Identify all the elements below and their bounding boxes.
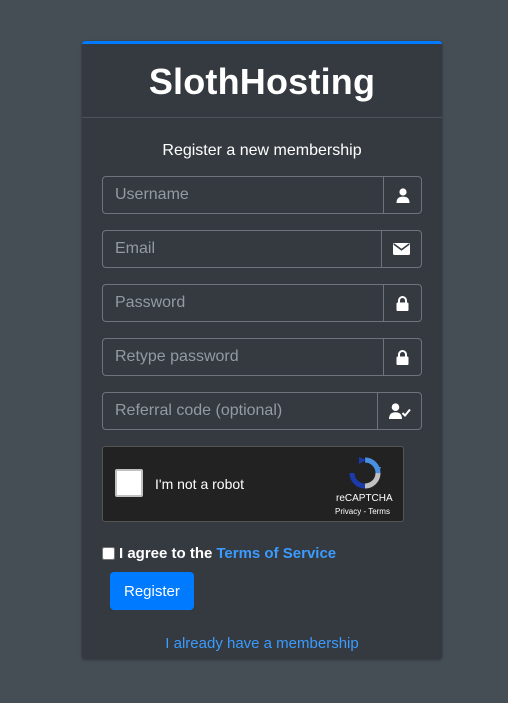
register-card: SlothHosting Register a new membership U… (82, 41, 442, 659)
already-member-link[interactable]: I already have a membership (102, 635, 422, 652)
email-addon (381, 230, 422, 268)
recaptcha-logo-icon (347, 455, 383, 491)
user-icon (396, 187, 410, 203)
referral-group (102, 392, 422, 430)
referral-addon (377, 392, 422, 430)
username-addon (383, 176, 422, 214)
recaptcha-label: I'm not a robot (155, 476, 245, 492)
username-input[interactable] (102, 176, 383, 214)
register-message: Register a new membership (162, 142, 362, 159)
retype-password-group (102, 338, 422, 376)
password-group (102, 284, 422, 322)
terms-agreement: I agree to the Terms of Service (102, 544, 422, 562)
brand-link[interactable]: SlothHosting (149, 61, 375, 103)
recaptcha-checkbox[interactable] (115, 469, 143, 497)
terms-of-service-link[interactable]: Terms of Service (216, 545, 336, 562)
username-group (102, 176, 422, 214)
envelope-icon (393, 243, 410, 255)
referral-code-input[interactable] (102, 392, 377, 430)
terms-label: I agree to the (119, 544, 213, 562)
email-group (102, 230, 422, 268)
lock-icon (396, 295, 409, 311)
retype-password-input[interactable] (102, 338, 383, 376)
register-button[interactable]: Register (110, 572, 194, 610)
recaptcha-brand: reCAPTCHA (336, 493, 393, 504)
terms-checkbox[interactable] (102, 546, 115, 560)
card-header: SlothHosting (82, 44, 442, 118)
card-body: Register a new membership Username Email… (82, 142, 442, 652)
password-input[interactable] (102, 284, 383, 322)
retype-password-addon (383, 338, 422, 376)
password-addon (383, 284, 422, 322)
email-input[interactable] (102, 230, 381, 268)
user-check-icon (388, 403, 411, 419)
recaptcha-privacy-terms[interactable]: Privacy - Terms (335, 507, 390, 516)
lock-icon (396, 349, 409, 365)
recaptcha-widget: I'm not a robot reCAPTCHA Privacy - Term… (102, 446, 404, 522)
